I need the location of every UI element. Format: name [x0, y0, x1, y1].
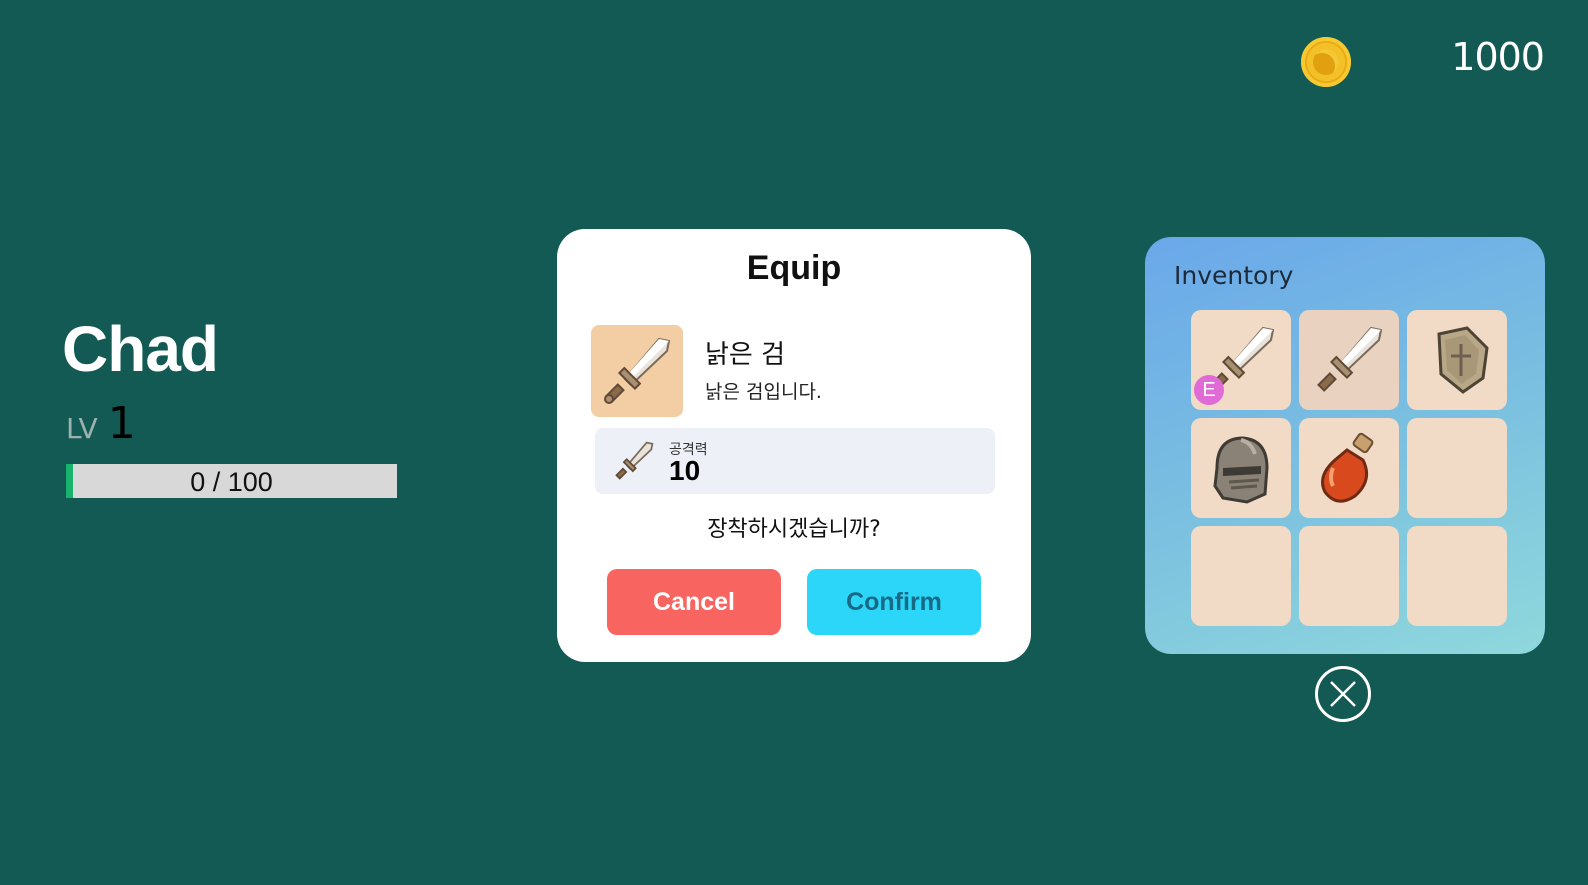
- gold-amount: 1000: [1451, 35, 1545, 79]
- item-description: 낡은 검입니다.: [705, 381, 822, 403]
- sword-icon: [615, 441, 654, 480]
- player-level: LV 1: [66, 398, 136, 449]
- dialog-title: Equip: [746, 249, 842, 287]
- inventory-slot[interactable]: [1191, 418, 1291, 518]
- inventory-slot[interactable]: [1299, 418, 1399, 518]
- potion-icon: [1321, 432, 1374, 503]
- inventory-slot-empty[interactable]: [1407, 526, 1507, 626]
- close-button[interactable]: [1315, 666, 1371, 722]
- inventory-slot[interactable]: [1407, 310, 1507, 410]
- shield-icon: [1437, 326, 1489, 394]
- sword-icon: [1317, 326, 1383, 392]
- cancel-button[interactable]: Cancel: [607, 569, 781, 635]
- xp-bar: 0 / 100: [66, 464, 397, 498]
- equipped-badge: E: [1194, 375, 1224, 405]
- item-preview: [591, 325, 683, 417]
- inventory-slot[interactable]: [1299, 310, 1399, 410]
- item-name: 낡은 검: [705, 340, 786, 370]
- helmet-icon: [1213, 436, 1269, 504]
- gold-coin-icon: [1301, 37, 1351, 87]
- stat-value: 10: [669, 455, 701, 486]
- level-value: 1: [107, 398, 136, 449]
- inventory-title: Inventory: [1174, 261, 1294, 290]
- close-icon: [1330, 681, 1356, 707]
- inventory-slot-empty[interactable]: [1191, 526, 1291, 626]
- inventory-panel: Inventory E: [1145, 237, 1545, 654]
- player-name: Chad: [62, 313, 219, 385]
- xp-text: 0 / 100: [190, 467, 273, 497]
- confirm-button[interactable]: Confirm: [807, 569, 981, 635]
- inventory-slot-empty[interactable]: [1299, 526, 1399, 626]
- equip-question: 장착하시겠습니까?: [707, 517, 881, 542]
- sword-icon: [604, 337, 671, 404]
- equip-dialog: Equip 낡은 검 낡은 검입니다. 공격력 10 장착하시겠습니까? Can…: [557, 229, 1031, 662]
- inventory-slot[interactable]: E: [1191, 310, 1291, 410]
- level-label: LV: [66, 412, 98, 445]
- inventory-slot-empty[interactable]: [1407, 418, 1507, 518]
- stat-box: 공격력 10: [595, 428, 995, 494]
